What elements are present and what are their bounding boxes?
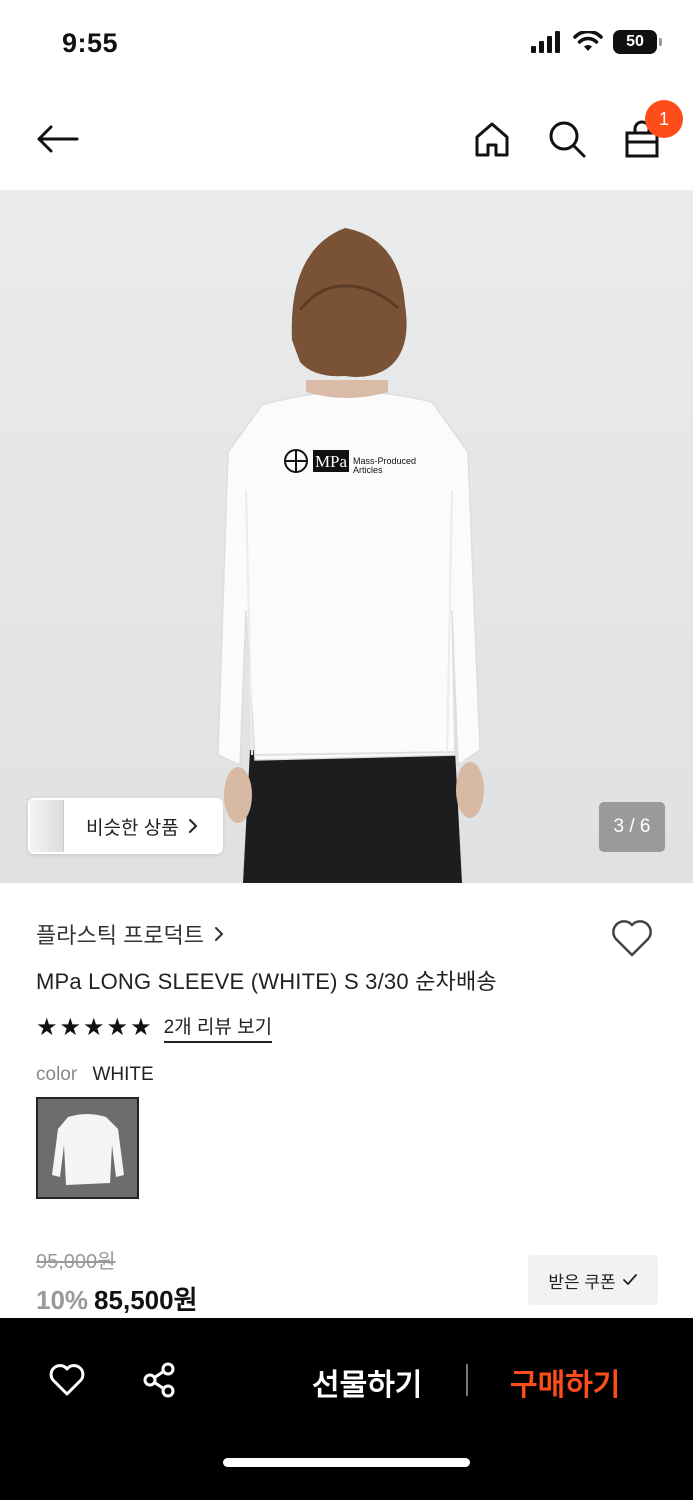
- wishlist-button[interactable]: [610, 918, 654, 963]
- brand-link[interactable]: 플라스틱 프로덕트: [36, 918, 224, 950]
- product-image-gallery[interactable]: MPa Mass-Produced Articles 비슷한 상품 3 / 6: [0, 190, 693, 883]
- star-icon: ★: [130, 1013, 152, 1041]
- brand-name: 플라스틱 프로덕트: [36, 923, 205, 948]
- share-button[interactable]: [139, 1360, 179, 1400]
- color-label: color: [36, 1064, 78, 1085]
- star-icon: ★: [106, 1013, 129, 1041]
- check-icon: [622, 1274, 637, 1285]
- gift-button[interactable]: 선물하기: [312, 1360, 422, 1404]
- cart-button[interactable]: 1: [615, 100, 683, 166]
- back-button[interactable]: [30, 112, 84, 166]
- signal-icon: [531, 31, 560, 53]
- coupon-label: 받은 쿠폰: [548, 1272, 616, 1292]
- battery-icon: 50: [613, 30, 662, 54]
- chevron-right-icon: [188, 819, 198, 833]
- similar-label: 비슷한 상품: [86, 817, 179, 839]
- star-rating: ★ ★ ★ ★ ★: [36, 1013, 152, 1041]
- heart-icon: [49, 1364, 85, 1396]
- status-time: 9:55: [62, 28, 119, 58]
- bottom-action-bar: 선물하기 구매하기: [0, 1318, 693, 1500]
- wifi-icon: [573, 31, 603, 51]
- color-row: color WHITE: [36, 1064, 154, 1086]
- price-row: 10% 85,500원: [36, 1280, 198, 1317]
- color-value: WHITE: [92, 1064, 154, 1085]
- share-icon: [143, 1362, 175, 1398]
- status-bar: 9:55 50: [0, 0, 693, 90]
- buy-button[interactable]: 구매하기: [510, 1360, 620, 1404]
- home-indicator: [223, 1458, 470, 1467]
- swatch-thumbnail: [38, 1099, 137, 1197]
- back-arrow-icon: [37, 125, 79, 153]
- product-photo: MPa Mass-Produced Articles: [217, 228, 484, 883]
- chevron-right-icon: [215, 927, 224, 941]
- logo-mark: MPa: [315, 452, 348, 471]
- product-title: MPa LONG SLEEVE (WHITE) S 3/30 순차배송: [36, 969, 497, 994]
- star-icon: ★: [59, 1013, 82, 1041]
- status-icons: 50: [531, 30, 662, 54]
- home-button[interactable]: [465, 112, 519, 166]
- cart-badge: 1: [645, 100, 683, 138]
- logo-line2: Articles: [353, 465, 383, 475]
- discount-rate: 10%: [36, 1285, 89, 1315]
- bottom-wishlist-button[interactable]: [47, 1360, 87, 1400]
- search-icon: [549, 121, 586, 158]
- rating-row: ★ ★ ★ ★ ★ 2개 리뷰 보기: [36, 1012, 273, 1043]
- home-icon: [475, 122, 509, 157]
- image-page-counter: 3 / 6: [599, 802, 665, 852]
- review-link[interactable]: 2개 리뷰 보기: [163, 1012, 273, 1043]
- similar-thumbnail: [30, 800, 64, 852]
- battery-level: 50: [626, 33, 644, 50]
- top-nav: 1: [0, 90, 693, 190]
- original-price: 95,000원: [36, 1251, 116, 1273]
- search-button[interactable]: [540, 112, 594, 166]
- star-icon: ★: [36, 1013, 58, 1041]
- sale-price: 85,500원: [94, 1285, 198, 1315]
- similar-products-button[interactable]: 비슷한 상품: [28, 798, 223, 854]
- coupon-button[interactable]: 받은 쿠폰: [528, 1255, 658, 1305]
- divider: [466, 1364, 468, 1396]
- heart-icon: [612, 920, 652, 957]
- star-icon: ★: [83, 1013, 105, 1041]
- color-swatch-white[interactable]: [36, 1097, 139, 1199]
